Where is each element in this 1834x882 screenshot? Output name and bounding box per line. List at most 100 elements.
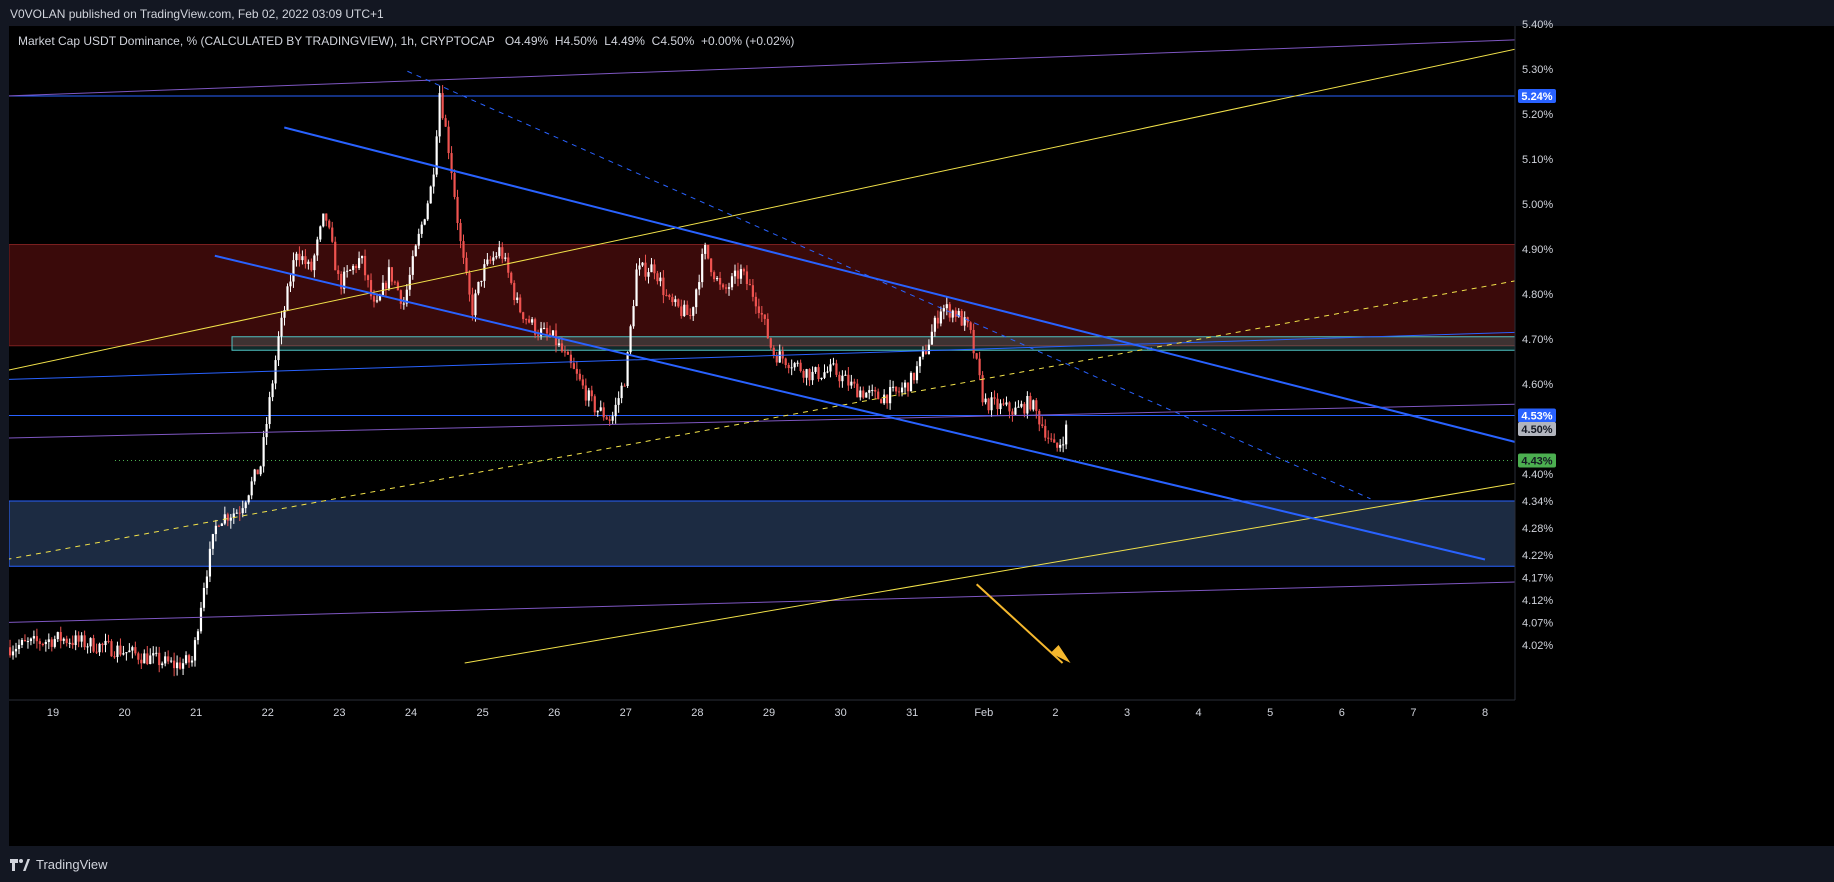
candle-body xyxy=(886,394,889,404)
candle-body xyxy=(289,281,292,287)
candle-body xyxy=(495,256,498,258)
candle-body xyxy=(408,274,411,290)
candle-body xyxy=(262,437,265,467)
candle-body xyxy=(638,265,641,270)
candle-body xyxy=(113,656,116,658)
candle-body xyxy=(1038,410,1041,425)
candle-body xyxy=(939,311,942,324)
candle-body xyxy=(56,632,59,640)
candle-body xyxy=(739,269,743,279)
x-tick-label: 26 xyxy=(548,707,560,719)
candle-body xyxy=(83,635,86,648)
arrow-shaft xyxy=(975,583,1064,664)
candle-body xyxy=(808,369,811,381)
candle-body xyxy=(50,639,53,647)
candle-body xyxy=(847,374,850,386)
tradingview-icon xyxy=(10,858,30,871)
candle-body xyxy=(77,635,80,642)
candle-body xyxy=(253,469,256,482)
x-tick-label: 24 xyxy=(405,707,417,719)
candle-body xyxy=(372,296,376,302)
candle-body xyxy=(545,327,549,334)
candle-body xyxy=(158,652,161,666)
candle-body xyxy=(65,638,68,644)
candle-body xyxy=(375,300,379,302)
candle-body xyxy=(1026,396,1029,414)
candle-body xyxy=(990,397,993,411)
candle-body xyxy=(1020,403,1023,407)
candle-body xyxy=(1011,411,1014,415)
candle-body xyxy=(578,373,581,380)
x-tick-label: 28 xyxy=(691,707,703,719)
candle-body xyxy=(310,261,313,271)
candle-body xyxy=(599,407,602,411)
x-tick-label: 4 xyxy=(1196,707,1202,719)
x-tick-label: 23 xyxy=(333,707,345,719)
candle-body xyxy=(211,534,215,549)
candle-body xyxy=(1059,444,1062,448)
candle-body xyxy=(999,403,1002,410)
candle-body xyxy=(659,277,662,282)
y-tick-label: 4.80% xyxy=(1522,289,1553,301)
tradingview-logo[interactable]: TradingView xyxy=(10,857,108,872)
candle-body xyxy=(387,267,391,289)
candle-body xyxy=(596,410,599,413)
candle-body xyxy=(307,261,310,264)
candle-body xyxy=(960,310,963,326)
candle-body xyxy=(298,253,301,261)
candle-body xyxy=(363,255,367,276)
candle-body xyxy=(301,256,304,261)
candle-body xyxy=(277,336,280,361)
y-tick-label: 4.90% xyxy=(1522,244,1553,256)
candle-body xyxy=(68,642,71,644)
candle-body xyxy=(241,508,244,514)
candle-body xyxy=(560,343,564,352)
candle-body xyxy=(742,269,746,272)
candle-body xyxy=(101,643,104,646)
x-tick-label: 5 xyxy=(1267,707,1273,719)
candle-body xyxy=(1008,402,1011,412)
candle-body xyxy=(689,314,692,316)
candle-body xyxy=(623,385,626,387)
candle-body xyxy=(883,394,886,404)
candle-body xyxy=(519,297,522,313)
candle-body xyxy=(984,398,987,403)
candle-body xyxy=(474,293,477,316)
candle-body xyxy=(226,514,229,521)
candle-body xyxy=(680,306,683,316)
x-tick-label: Feb xyxy=(974,707,993,719)
legend-close-value: 4.50% xyxy=(660,34,695,48)
y-tick-label: 5.20% xyxy=(1522,109,1553,121)
candle-body xyxy=(1056,442,1059,448)
candle-body xyxy=(930,331,933,345)
candle-body xyxy=(322,213,325,227)
candle-body xyxy=(214,525,217,535)
candle-body xyxy=(799,362,802,371)
x-tick-label: 2 xyxy=(1052,707,1058,719)
x-tick-label: 27 xyxy=(620,707,632,719)
candle-body xyxy=(718,277,722,285)
candle-body xyxy=(59,632,62,641)
candle-body xyxy=(167,656,170,662)
candle-body xyxy=(128,650,131,653)
candle-body xyxy=(414,245,417,257)
candle-body xyxy=(674,299,677,303)
candle-body xyxy=(766,318,769,339)
candle-body xyxy=(504,257,507,259)
support-zone xyxy=(9,500,1515,567)
candle-body xyxy=(325,213,328,221)
candle-body xyxy=(817,367,820,380)
y-tick-label: 5.30% xyxy=(1522,64,1553,76)
candle-body xyxy=(1014,407,1017,415)
candle-body xyxy=(32,636,36,639)
candle-body xyxy=(829,364,832,372)
candle-body xyxy=(9,647,12,656)
x-tick-label: 19 xyxy=(47,707,59,719)
candle-body xyxy=(626,352,629,386)
candle-body xyxy=(462,241,465,258)
candle-body xyxy=(11,651,15,656)
candle-body xyxy=(775,355,778,363)
candlestick-chart[interactable]: 4.02% 4.07% 4.12% 4.17% 4.22% 4.28% 4.34% 4.40%… xyxy=(0,0,1834,846)
candle-body xyxy=(763,314,766,319)
candle-body xyxy=(178,662,182,669)
